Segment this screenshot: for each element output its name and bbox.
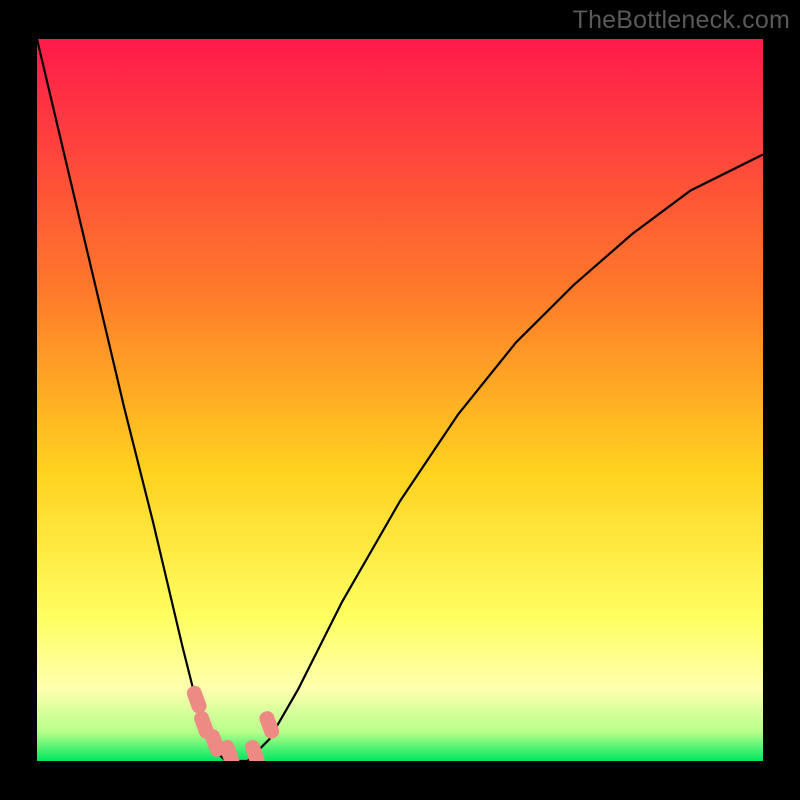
chart-frame: TheBottleneck.com (0, 0, 800, 800)
bottleneck-plot (37, 39, 763, 761)
watermark-text: TheBottleneck.com (573, 6, 790, 35)
gradient-bg (37, 39, 763, 761)
